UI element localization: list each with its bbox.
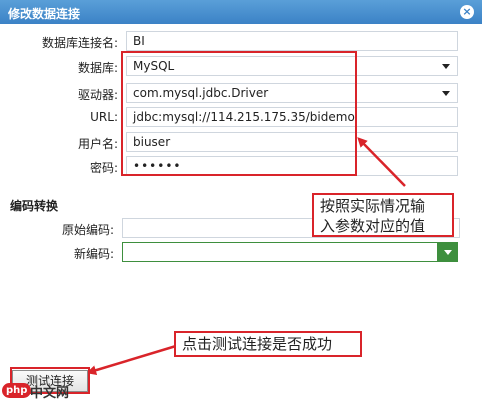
new-encoding-dropdown-button[interactable] bbox=[438, 242, 458, 262]
watermark-badge: php bbox=[2, 383, 32, 398]
dialog-title: 修改数据连接 bbox=[8, 7, 81, 21]
site-watermark: php 中文网 bbox=[0, 381, 70, 401]
username-label: 用户名: bbox=[77, 137, 118, 151]
new-encoding-label: 新编码: bbox=[73, 247, 114, 261]
chevron-down-icon bbox=[444, 250, 452, 255]
encoding-section-title: 编码转换 bbox=[10, 199, 59, 213]
params-callout-line2: 入参数对应的值 bbox=[320, 217, 426, 235]
conn-name-label: 数据库连接名: bbox=[41, 36, 118, 50]
watermark-text: 中文网 bbox=[30, 386, 70, 401]
driver-label: 驱动器: bbox=[77, 88, 118, 102]
highlight-box-params bbox=[121, 51, 357, 176]
database-label: 数据库: bbox=[77, 61, 118, 75]
password-label: 密码: bbox=[89, 161, 118, 175]
params-callout: 按照实际情况输 入参数对应的值 bbox=[312, 193, 454, 237]
chevron-down-icon[interactable] bbox=[442, 64, 450, 69]
arrow-to-test-button bbox=[86, 344, 177, 376]
params-callout-line1: 按照实际情况输 bbox=[320, 197, 426, 215]
dialog-titlebar: 修改数据连接 × bbox=[0, 0, 482, 24]
chevron-down-icon[interactable] bbox=[442, 91, 450, 96]
test-callout: 点击测试连接是否成功 bbox=[174, 331, 362, 357]
conn-name-input[interactable]: BI bbox=[126, 31, 458, 51]
new-encoding-select[interactable] bbox=[122, 242, 438, 262]
original-encoding-label: 原始编码: bbox=[61, 223, 114, 237]
url-label: URL: bbox=[90, 110, 118, 124]
close-icon[interactable]: × bbox=[460, 5, 474, 19]
